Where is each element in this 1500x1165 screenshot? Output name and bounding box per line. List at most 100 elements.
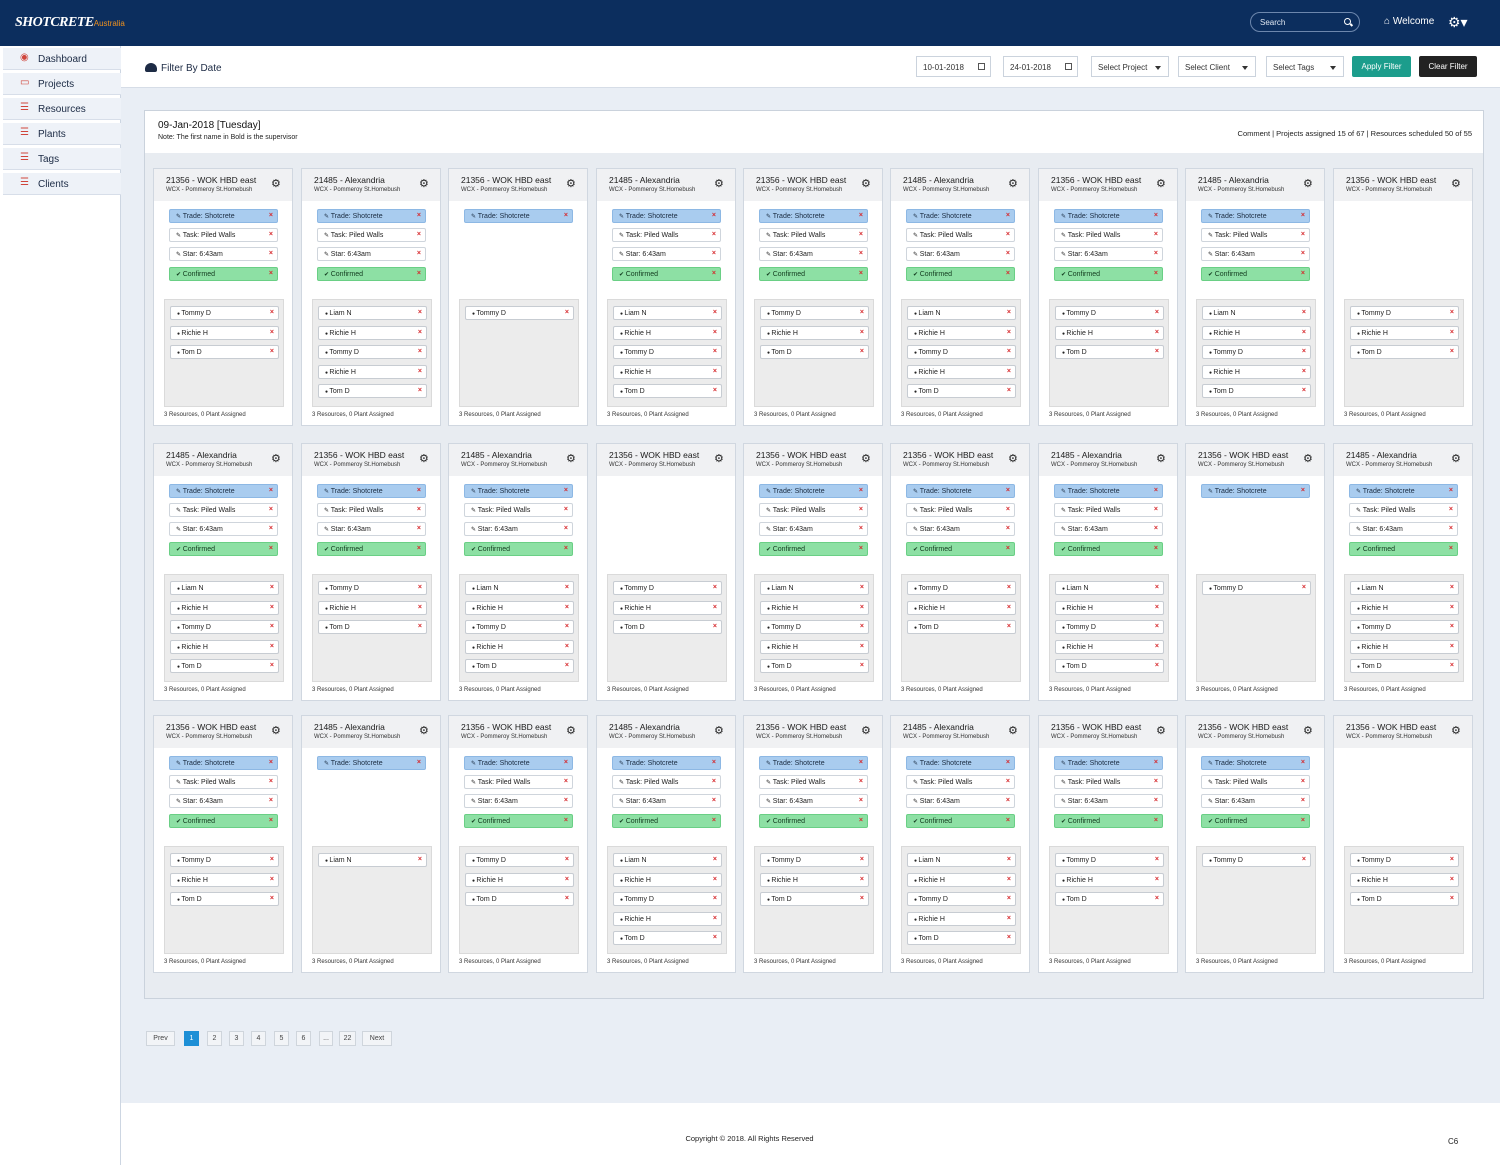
start-time-tag[interactable]: ✎ Star: 6:43am ×: [317, 522, 426, 536]
card-settings-gear-icon[interactable]: ⚙: [419, 454, 429, 465]
task-tag[interactable]: ✎ Task: Piled Walls ×: [1201, 228, 1310, 242]
remove-icon[interactable]: ×: [1007, 895, 1011, 902]
resource-dropzone[interactable]: ● Tommy D ×: [459, 299, 579, 407]
card-settings-gear-icon[interactable]: ⚙: [1451, 454, 1461, 465]
remove-icon[interactable]: ×: [1450, 309, 1454, 316]
remove-icon[interactable]: ×: [1154, 817, 1158, 824]
task-tag[interactable]: ✎ Task: Piled Walls ×: [1054, 503, 1163, 517]
resource-chip[interactable]: ● Tom D ×: [613, 384, 722, 398]
card-settings-gear-icon[interactable]: ⚙: [1008, 454, 1018, 465]
resource-dropzone[interactable]: ● Liam N × ● Richie H × ● Tommy D × ● Richie H…: [901, 846, 1021, 954]
remove-icon[interactable]: ×: [1302, 348, 1306, 355]
task-tag[interactable]: ✎ Task: Piled Walls ×: [906, 775, 1015, 789]
resource-chip[interactable]: ● Tommy D ×: [1202, 581, 1311, 595]
resource-chip[interactable]: ● Richie H ×: [907, 364, 1016, 379]
settings-gear-icon[interactable]: ⚙▾: [1448, 14, 1468, 31]
resource-chip[interactable]: ● Richie H ×: [613, 911, 722, 926]
remove-icon[interactable]: ×: [1155, 895, 1159, 902]
resource-chip[interactable]: ● Tom D ×: [613, 620, 722, 634]
remove-icon[interactable]: ×: [269, 231, 273, 238]
start-time-tag[interactable]: ✎ Star: 6:43am ×: [906, 794, 1015, 808]
resource-chip[interactable]: ● Tommy D ×: [318, 581, 427, 595]
remove-icon[interactable]: ×: [712, 797, 716, 804]
card-settings-gear-icon[interactable]: ⚙: [271, 179, 281, 190]
remove-icon[interactable]: ×: [417, 506, 421, 513]
card-settings-gear-icon[interactable]: ⚙: [419, 179, 429, 190]
remove-icon[interactable]: ×: [270, 348, 274, 355]
remove-icon[interactable]: ×: [712, 759, 716, 766]
start-time-tag[interactable]: ✎ Star: 6:43am ×: [1054, 794, 1163, 808]
start-time-tag[interactable]: ✎ Star: 6:43am ×: [1054, 247, 1163, 261]
remove-icon[interactable]: ×: [418, 856, 422, 863]
remove-icon[interactable]: ×: [860, 604, 864, 611]
resource-chip[interactable]: ● Tommy D ×: [1350, 620, 1459, 634]
remove-icon[interactable]: ×: [1302, 329, 1306, 336]
remove-icon[interactable]: ×: [1007, 368, 1011, 375]
resource-chip[interactable]: ● Tom D ×: [318, 620, 427, 634]
confirmed-tag[interactable]: ✔ Confirmed ×: [612, 267, 721, 281]
welcome-menu[interactable]: ⌂ Welcome: [1384, 16, 1434, 27]
remove-icon[interactable]: ×: [269, 778, 273, 785]
remove-icon[interactable]: ×: [564, 212, 568, 219]
remove-icon[interactable]: ×: [418, 623, 422, 630]
page-1[interactable]: 1: [184, 1031, 199, 1046]
remove-icon[interactable]: ×: [418, 604, 422, 611]
remove-icon[interactable]: ×: [1155, 856, 1159, 863]
trade-tag[interactable]: ✎ Trade: Shotcrete ×: [169, 756, 278, 770]
remove-icon[interactable]: ×: [859, 817, 863, 824]
remove-icon[interactable]: ×: [1007, 309, 1011, 316]
page-5[interactable]: 5: [274, 1031, 289, 1046]
remove-icon[interactable]: ×: [713, 934, 717, 941]
card-settings-gear-icon[interactable]: ⚙: [566, 179, 576, 190]
confirmed-tag[interactable]: ✔ Confirmed ×: [169, 267, 278, 281]
resource-chip[interactable]: ● Tom D ×: [318, 384, 427, 398]
remove-icon[interactable]: ×: [860, 309, 864, 316]
resource-chip[interactable]: ● Tommy D ×: [613, 581, 722, 595]
resource-chip[interactable]: ● Tom D ×: [465, 892, 574, 906]
task-tag[interactable]: ✎ Task: Piled Walls ×: [759, 503, 868, 517]
resource-dropzone[interactable]: ● Tommy D × ● Richie H × ● Tom D ×: [164, 846, 284, 954]
remove-icon[interactable]: ×: [860, 895, 864, 902]
remove-icon[interactable]: ×: [712, 817, 716, 824]
resource-chip[interactable]: ● Tommy D ×: [1350, 853, 1459, 867]
start-time-tag[interactable]: ✎ Star: 6:43am ×: [759, 247, 868, 261]
sidebar-item-dashboard[interactable]: ◉ Dashboard: [3, 48, 121, 70]
remove-icon[interactable]: ×: [859, 231, 863, 238]
card-settings-gear-icon[interactable]: ⚙: [861, 454, 871, 465]
resource-chip[interactable]: ● Tom D ×: [613, 931, 722, 945]
resource-chip[interactable]: ● Tommy D ×: [170, 306, 279, 320]
page-prev[interactable]: Prev: [146, 1031, 175, 1046]
resource-chip[interactable]: ● Richie H ×: [318, 364, 427, 379]
remove-icon[interactable]: ×: [713, 348, 717, 355]
resource-chip[interactable]: ● Richie H ×: [907, 325, 1016, 340]
remove-icon[interactable]: ×: [1450, 604, 1454, 611]
trade-tag[interactable]: ✎ Trade: Shotcrete ×: [612, 209, 721, 223]
card-settings-gear-icon[interactable]: ⚙: [1156, 454, 1166, 465]
remove-icon[interactable]: ×: [269, 759, 273, 766]
remove-icon[interactable]: ×: [1154, 759, 1158, 766]
remove-icon[interactable]: ×: [564, 506, 568, 513]
resource-dropzone[interactable]: ● Liam N × ● Richie H × ● Tommy D × ● Richie H…: [607, 846, 727, 954]
resource-chip[interactable]: ● Tom D ×: [170, 892, 279, 906]
remove-icon[interactable]: ×: [1449, 506, 1453, 513]
resource-chip[interactable]: ● Tommy D ×: [1202, 345, 1311, 359]
trade-tag[interactable]: ✎ Trade: Shotcrete ×: [317, 756, 426, 770]
resource-chip[interactable]: ● Richie H ×: [907, 872, 1016, 887]
remove-icon[interactable]: ×: [1450, 329, 1454, 336]
remove-icon[interactable]: ×: [860, 584, 864, 591]
resource-chip[interactable]: ● Richie H ×: [1055, 325, 1164, 340]
remove-icon[interactable]: ×: [713, 584, 717, 591]
resource-dropzone[interactable]: ● Tommy D × ● Richie H × ● Tom D ×: [1049, 299, 1169, 407]
start-time-tag[interactable]: ✎ Star: 6:43am ×: [759, 794, 868, 808]
resource-chip[interactable]: ● Liam N ×: [1202, 306, 1311, 320]
remove-icon[interactable]: ×: [1155, 623, 1159, 630]
resource-chip[interactable]: ● Tommy D ×: [760, 853, 869, 867]
remove-icon[interactable]: ×: [565, 309, 569, 316]
trade-tag[interactable]: ✎ Trade: Shotcrete ×: [1349, 484, 1458, 498]
remove-icon[interactable]: ×: [270, 584, 274, 591]
resource-chip[interactable]: ● Tom D ×: [1055, 345, 1164, 359]
remove-icon[interactable]: ×: [417, 545, 421, 552]
task-tag[interactable]: ✎ Task: Piled Walls ×: [1054, 228, 1163, 242]
date-from-input[interactable]: 10-01-2018: [916, 56, 991, 77]
remove-icon[interactable]: ×: [1006, 797, 1010, 804]
